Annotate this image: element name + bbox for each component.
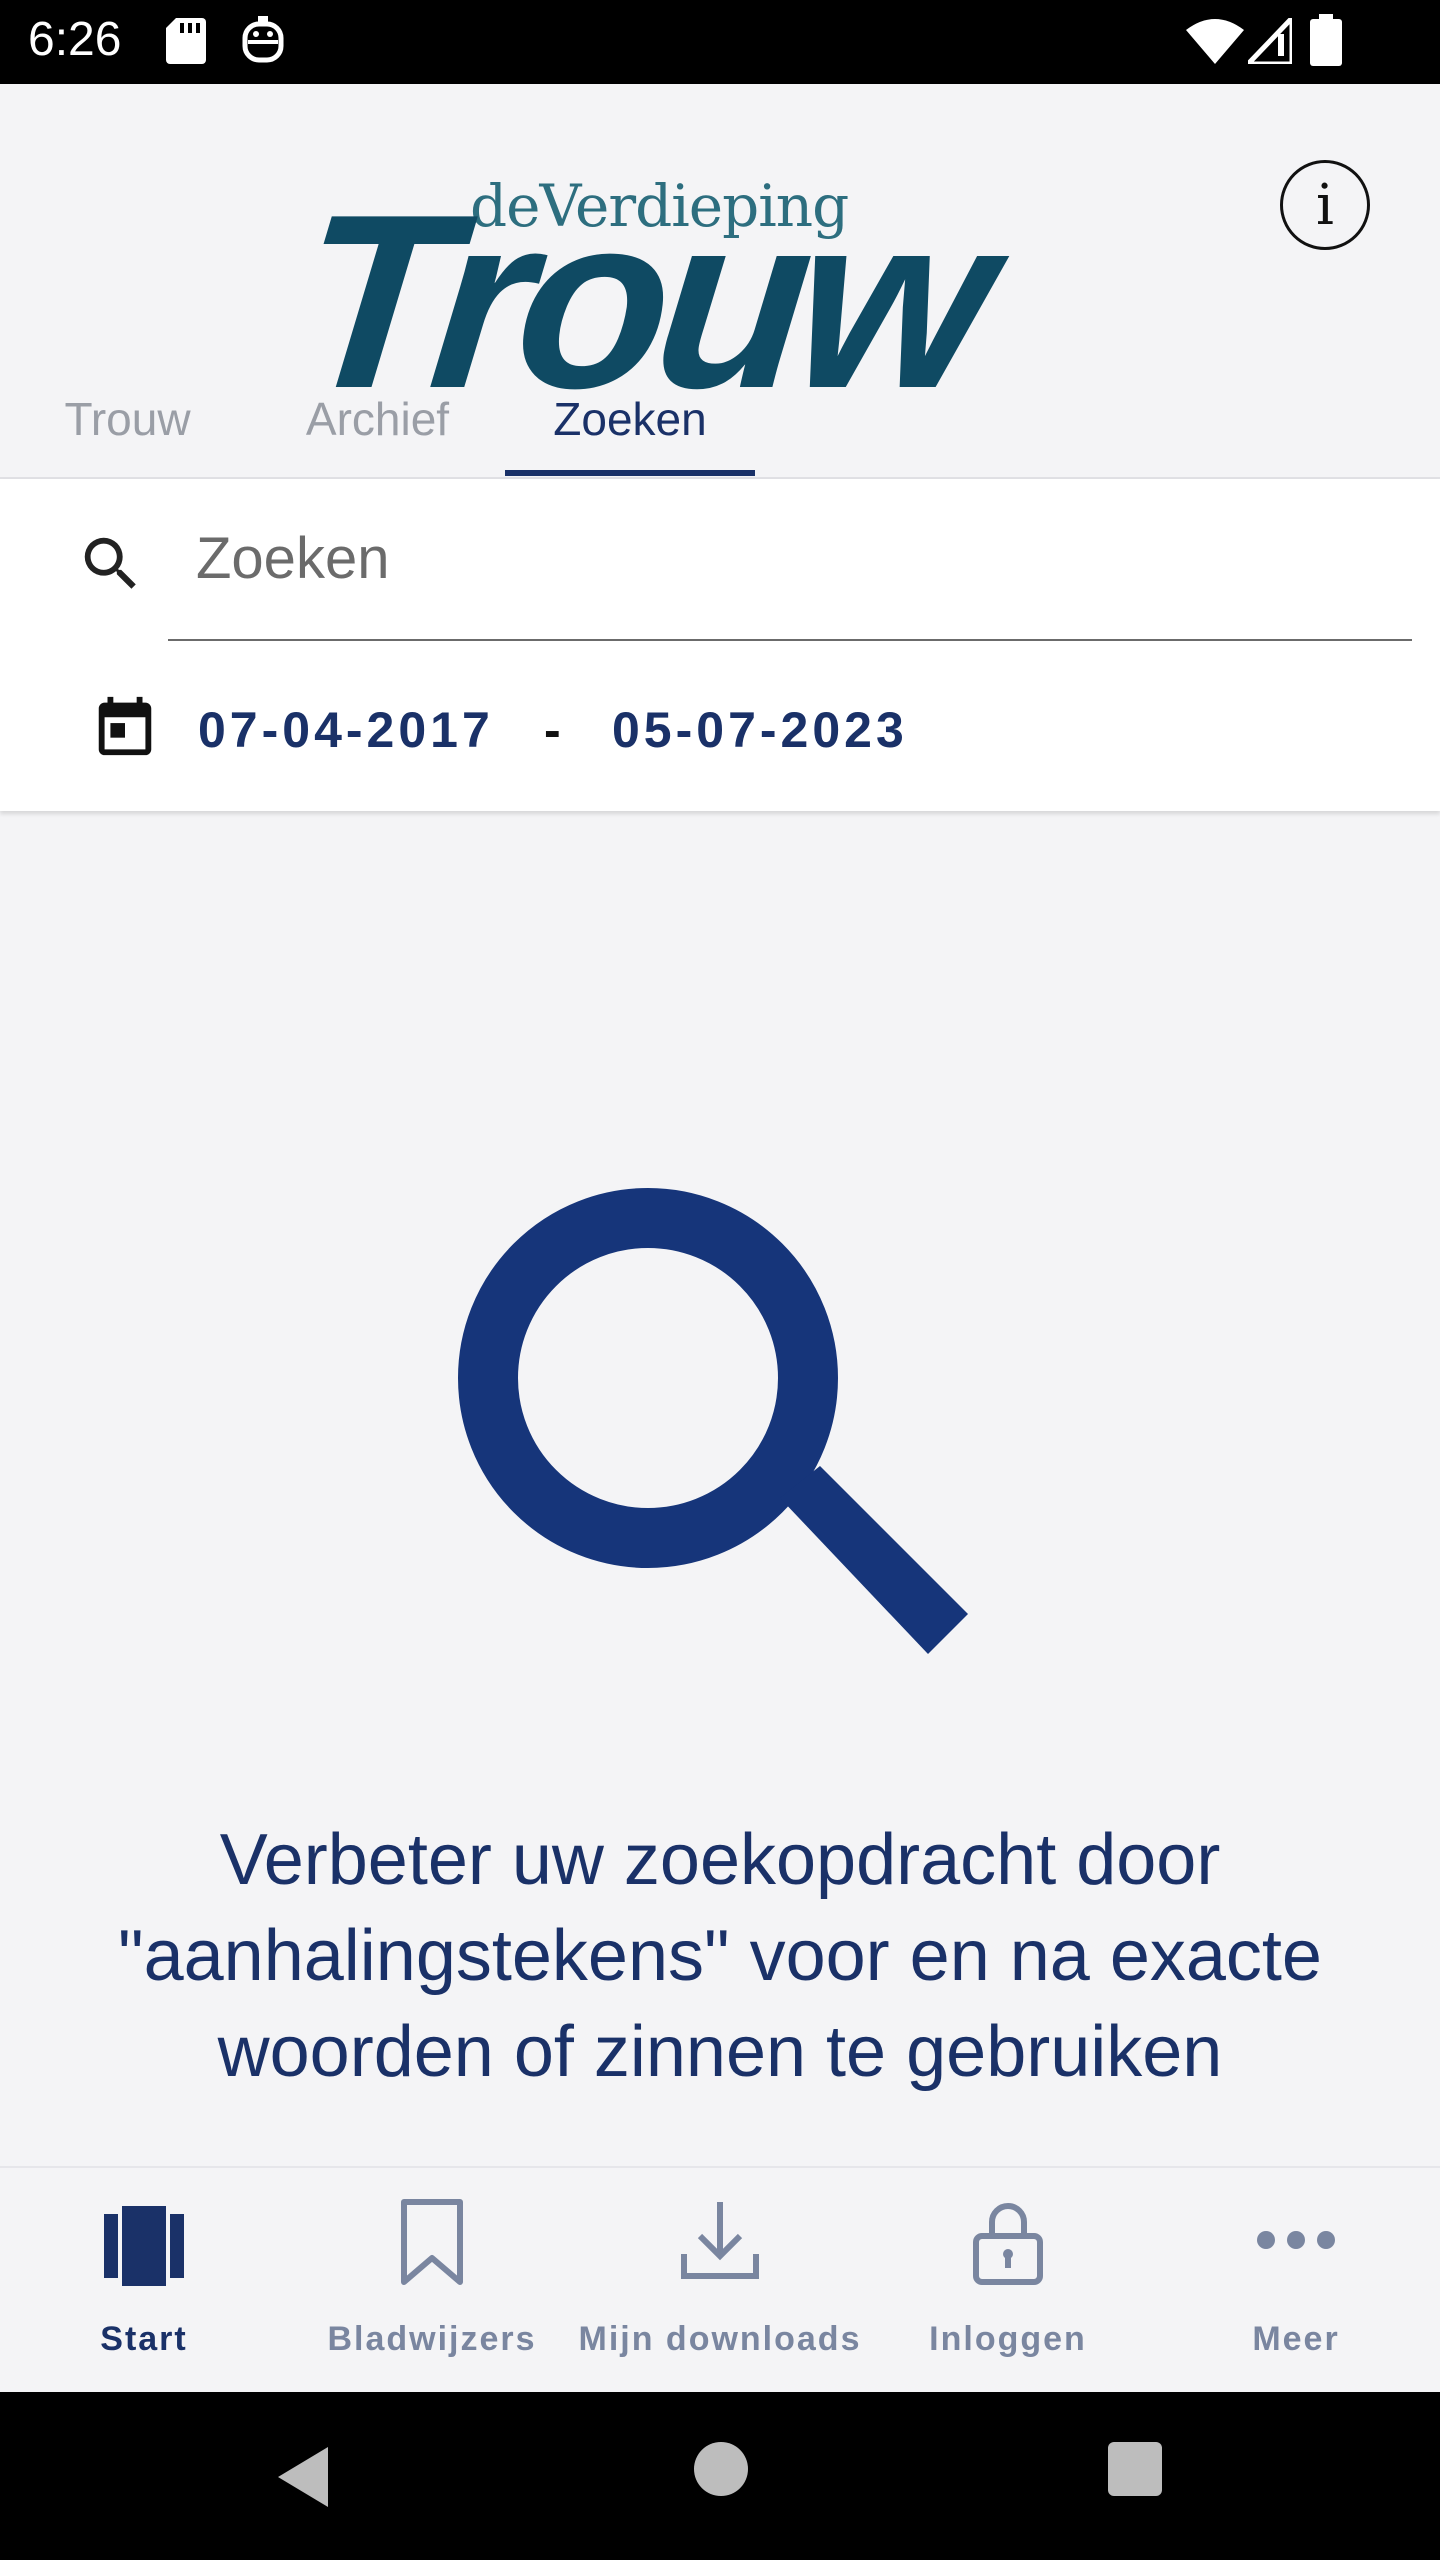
system-navigation-bar xyxy=(0,2392,1440,2560)
book-icon xyxy=(104,2206,184,2286)
bottom-navigation: Start Bladwijzers Mijn downloads Inlogge… xyxy=(0,2166,1440,2392)
status-time: 6:26 xyxy=(28,13,122,66)
nav-mijn-downloads[interactable]: Mijn downloads xyxy=(576,2168,864,2394)
signal-icon xyxy=(1248,18,1292,64)
nav-bladwijzers[interactable]: Bladwijzers xyxy=(288,2168,576,2394)
info-icon: i xyxy=(1316,172,1334,238)
sd-card-icon xyxy=(166,18,206,64)
magnifier-illustration-icon xyxy=(458,1188,968,1654)
lock-icon xyxy=(973,2203,1043,2285)
date-from[interactable]: 07-04-2017 xyxy=(198,701,494,759)
date-separator: - xyxy=(544,702,565,758)
nav-inloggen[interactable]: Inloggen xyxy=(864,2168,1152,2394)
battery-icon xyxy=(1310,14,1342,66)
search-icon xyxy=(84,537,136,589)
nav-start[interactable]: Start xyxy=(0,2168,288,2394)
info-button[interactable]: i xyxy=(1280,160,1370,250)
more-icon xyxy=(1257,2231,1335,2249)
home-icon[interactable] xyxy=(694,2442,748,2496)
nav-label-inloggen: Inloggen xyxy=(929,2320,1087,2358)
face-icon xyxy=(242,16,284,63)
wifi-icon xyxy=(1186,19,1244,64)
back-icon[interactable] xyxy=(270,2442,340,2512)
nav-label-bladwijzers: Bladwijzers xyxy=(327,2320,537,2358)
tab-archief[interactable]: Archief xyxy=(285,360,470,478)
recents-icon[interactable] xyxy=(1108,2442,1162,2496)
calendar-icon[interactable] xyxy=(90,689,160,763)
search-hint-text: Verbeter uw zoekopdracht door "aanhaling… xyxy=(118,1820,1322,2092)
download-icon xyxy=(681,2202,759,2279)
search-input[interactable] xyxy=(196,513,1396,603)
date-to[interactable]: 05-07-2023 xyxy=(612,701,908,759)
nav-label-start: Start xyxy=(100,2320,188,2358)
tab-zoeken[interactable]: Zoeken xyxy=(505,360,755,478)
screen: 6:26 deVerdieping Trouw i Trouw Archief … xyxy=(0,0,1440,2560)
search-panel: 07-04-2017 - 05-07-2023 xyxy=(0,479,1440,811)
status-bar: 6:26 xyxy=(0,0,1440,84)
nav-label-meer: Meer xyxy=(1252,2320,1340,2358)
nav-meer[interactable]: Meer xyxy=(1152,2168,1440,2394)
bookmark-icon xyxy=(401,2199,463,2285)
tab-trouw[interactable]: Trouw xyxy=(40,360,215,478)
search-input-underline xyxy=(168,639,1412,641)
active-tab-indicator xyxy=(505,470,755,476)
tab-bar: Trouw Archief Zoeken xyxy=(0,360,1440,478)
nav-label-mijn-downloads: Mijn downloads xyxy=(578,2320,862,2358)
